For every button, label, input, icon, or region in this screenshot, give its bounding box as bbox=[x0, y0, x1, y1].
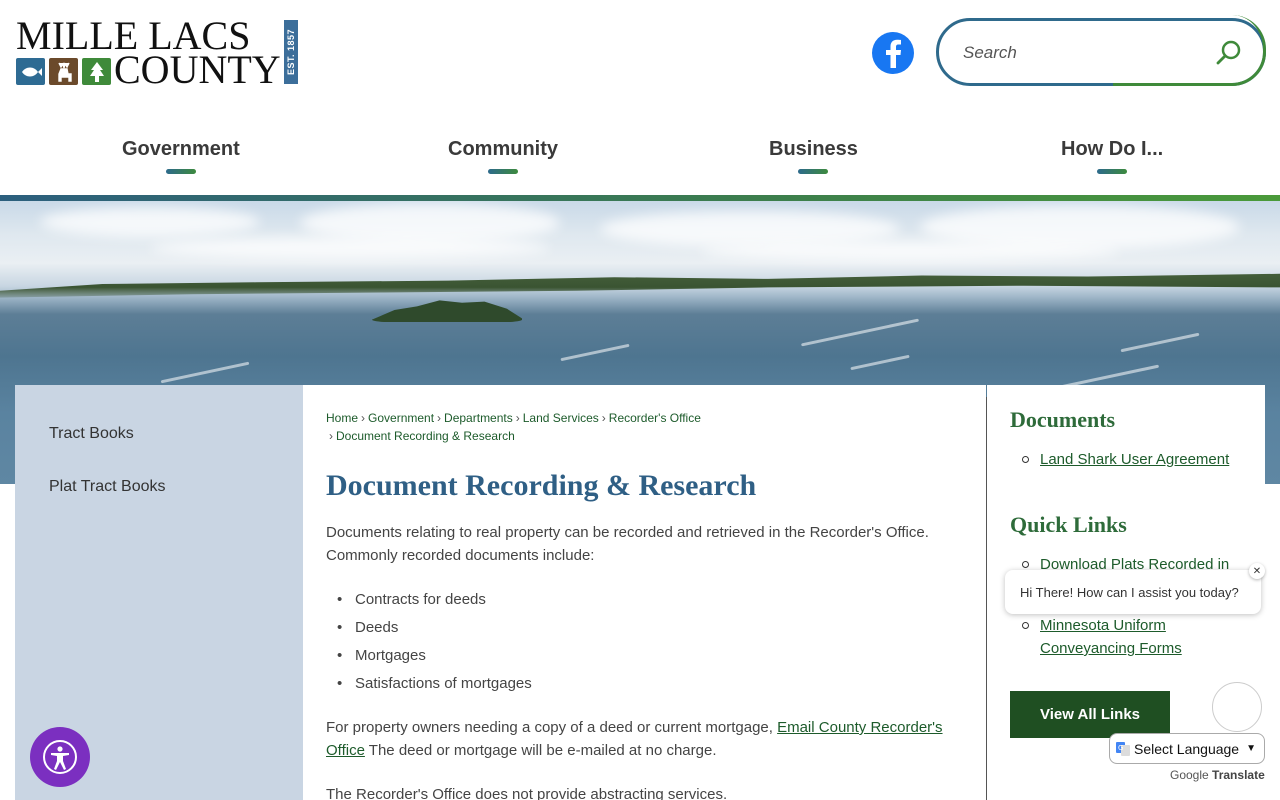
documents-heading: Documents bbox=[1010, 407, 1116, 432]
view-all-links-button[interactable]: View All Links bbox=[1010, 691, 1170, 738]
list-item: Contracts for deeds bbox=[337, 588, 532, 616]
page-title: Document Recording & Research bbox=[326, 469, 757, 502]
language-select[interactable]: G Select Language ▼ bbox=[1109, 733, 1265, 764]
abstracting-paragraph: The Recorder's Office does not provide a… bbox=[326, 786, 728, 800]
nav-indicator bbox=[488, 169, 518, 174]
nav-indicator bbox=[798, 169, 829, 174]
nav-indicator bbox=[1097, 169, 1128, 174]
fish-icon bbox=[16, 58, 45, 85]
sidebar-item-tract-books[interactable]: Tract Books bbox=[49, 425, 134, 443]
tree-icon bbox=[82, 58, 111, 85]
nav-label: Government bbox=[122, 138, 240, 160]
quick-links-heading: Quick Links bbox=[1010, 512, 1127, 537]
breadcrumb-government[interactable]: Government bbox=[368, 411, 434, 425]
breadcrumb-recorders-office[interactable]: Recorder's Office bbox=[609, 411, 701, 425]
breadcrumb: Home › Government › Departments › Land Service… bbox=[326, 411, 701, 443]
search-icon[interactable] bbox=[1215, 39, 1243, 67]
list-item: Mortgages bbox=[337, 644, 532, 672]
language-select-label: Select Language bbox=[1134, 740, 1240, 757]
quick-link[interactable]: Minnesota Uniform Conveyancing Forms bbox=[1022, 614, 1240, 660]
nav-item-business[interactable]: Business bbox=[769, 138, 858, 174]
document-types-list: Contracts for deeds Deeds Mortgages Sati… bbox=[337, 588, 532, 700]
breadcrumb-current[interactable]: Document Recording & Research bbox=[336, 429, 515, 443]
copy-request-paragraph: For property owners needing a copy of a … bbox=[326, 716, 966, 762]
translate-label: Translate bbox=[1212, 768, 1265, 782]
main-content: Home › Government › Departments › Land Service… bbox=[303, 385, 986, 800]
hero-shoreline bbox=[0, 273, 1280, 298]
page: MILLE LACS COUNTY EST. 1857 Search Gover… bbox=[0, 0, 1280, 800]
chat-bubble[interactable]: Hi There! How can I assist you today? bbox=[1005, 570, 1261, 614]
nav-item-government[interactable]: Government bbox=[122, 138, 240, 174]
logo-icons bbox=[16, 58, 111, 85]
quick-links-list-more: Minnesota Uniform Conveyancing Forms bbox=[1022, 614, 1240, 660]
facebook-icon[interactable] bbox=[872, 32, 914, 74]
google-translate-icon: G bbox=[1116, 741, 1130, 756]
sidebar-item-plat-tract-books[interactable]: Plat Tract Books bbox=[49, 478, 166, 496]
para-text: For property owners needing a copy of a … bbox=[326, 719, 778, 736]
svg-text:G: G bbox=[1118, 744, 1123, 752]
list-item: Deeds bbox=[337, 616, 532, 644]
documents-list: Land Shark User Agreement bbox=[1022, 448, 1240, 471]
chevron-down-icon: ▼ bbox=[1246, 743, 1256, 754]
breadcrumb-home[interactable]: Home bbox=[326, 411, 358, 425]
chat-launcher-button[interactable] bbox=[1212, 682, 1262, 732]
county-logo[interactable]: MILLE LACS COUNTY EST. 1857 bbox=[16, 16, 300, 92]
powered-by-google[interactable]: Google Translate bbox=[1170, 768, 1265, 782]
chat-message: Hi There! How can I assist you today? bbox=[1020, 584, 1239, 600]
hero-island bbox=[372, 300, 522, 322]
breadcrumb-departments[interactable]: Departments bbox=[444, 411, 513, 425]
search-box bbox=[936, 15, 1266, 86]
logo-line2: COUNTY bbox=[114, 47, 281, 92]
para-text: The deed or mortgage will be e-mailed at… bbox=[364, 742, 717, 759]
nav-label: Community bbox=[448, 138, 558, 160]
nav-label: Business bbox=[769, 138, 858, 160]
search-input[interactable] bbox=[963, 39, 1203, 67]
list-item: Satisfactions of mortgages bbox=[337, 672, 532, 700]
accessibility-icon[interactable] bbox=[30, 727, 90, 787]
intro-paragraph: Documents relating to real property can … bbox=[326, 524, 929, 564]
nav-label: How Do I... bbox=[1061, 138, 1164, 160]
logo-established: EST. 1857 bbox=[284, 20, 298, 84]
nav-item-community[interactable]: Community bbox=[448, 138, 558, 174]
breadcrumb-land-services[interactable]: Land Services bbox=[523, 411, 599, 425]
deer-icon bbox=[49, 58, 78, 85]
document-link[interactable]: Land Shark User Agreement bbox=[1022, 448, 1240, 471]
chat-close-icon[interactable]: ✕ bbox=[1249, 563, 1265, 579]
site-header: MILLE LACS COUNTY EST. 1857 Search Gover… bbox=[0, 0, 1280, 195]
nav-indicator bbox=[165, 169, 196, 174]
main-nav: Government Community Business How Do I..… bbox=[0, 128, 1280, 188]
google-wordmark: Google bbox=[1170, 768, 1209, 782]
nav-item-how-do-i[interactable]: How Do I... bbox=[1061, 138, 1163, 174]
